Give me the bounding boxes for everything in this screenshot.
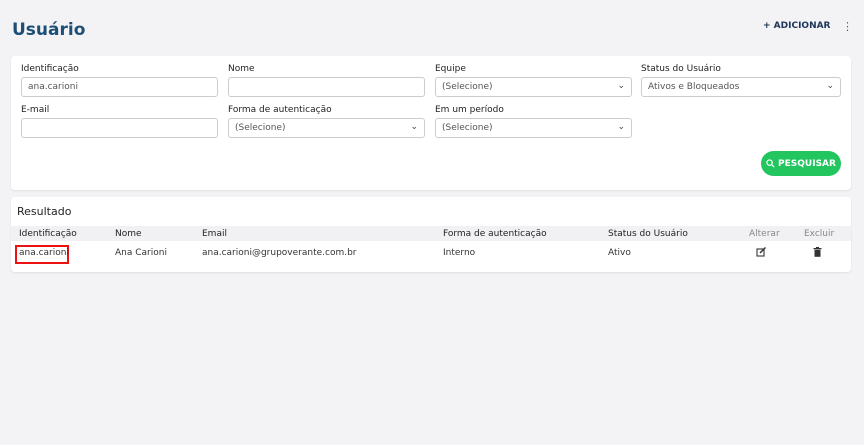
chevron-down-icon: ⌄: [617, 81, 625, 91]
auth-select-value: (Selecione): [235, 123, 286, 133]
more-options-icon[interactable]: ⋮: [842, 20, 853, 33]
chevron-down-icon: ⌄: [617, 122, 625, 132]
email-label: E-mail: [21, 105, 50, 115]
equipe-select-value: (Selecione): [442, 82, 493, 92]
column-header: Email: [202, 229, 227, 239]
nome-input[interactable]: [228, 77, 425, 97]
column-header: Alterar: [749, 229, 780, 239]
periodo-label: Em um período: [435, 105, 504, 115]
chevron-down-icon: ⌄: [410, 122, 418, 132]
periodo-select[interactable]: (Selecione) ⌄: [435, 118, 632, 138]
email-input[interactable]: [21, 118, 218, 138]
row-auth: Interno: [443, 248, 476, 258]
row-nome: Ana Carioni: [115, 248, 167, 258]
row-email: ana.carioni@grupoverante.com.br: [202, 248, 357, 258]
column-header: Identificação: [19, 229, 77, 239]
periodo-select-value: (Selecione): [442, 123, 493, 133]
status-label: Status do Usuário: [641, 64, 721, 74]
nome-label: Nome: [228, 64, 255, 74]
column-header: Nome: [115, 229, 142, 239]
row-identificacao[interactable]: ana.carioni: [19, 248, 69, 258]
auth-label: Forma de autenticação: [228, 105, 332, 115]
search-button[interactable]: PESQUISAR: [761, 151, 841, 176]
result-title: Resultado: [17, 205, 72, 218]
equipe-label: Equipe: [435, 64, 466, 74]
add-button[interactable]: + ADICIONAR: [763, 21, 831, 31]
page-title: Usuário: [12, 20, 86, 40]
status-select[interactable]: Ativos e Bloqueados ⌄: [641, 77, 841, 97]
edit-icon[interactable]: [756, 246, 767, 260]
column-header: Status do Usuário: [608, 229, 688, 239]
trash-icon[interactable]: [813, 247, 822, 260]
column-header: Excluir: [804, 229, 835, 239]
result-panel: Resultado Identificação Nome Email Forma…: [11, 197, 851, 272]
search-icon: [766, 159, 775, 168]
chevron-down-icon: ⌄: [826, 81, 834, 91]
table-header: Identificação Nome Email Forma de autent…: [11, 226, 851, 241]
identificacao-label: Identificação: [21, 64, 79, 74]
equipe-select[interactable]: (Selecione) ⌄: [435, 77, 632, 97]
column-header: Forma de autenticação: [443, 229, 547, 239]
status-select-value: Ativos e Bloqueados: [648, 82, 740, 92]
row-status: Ativo: [608, 248, 631, 258]
auth-select[interactable]: (Selecione) ⌄: [228, 118, 425, 138]
identificacao-input[interactable]: ana.carioni: [21, 77, 218, 97]
filter-panel: Identificação ana.carioni Nome Equipe (S…: [11, 56, 851, 190]
search-button-label: PESQUISAR: [778, 158, 836, 169]
